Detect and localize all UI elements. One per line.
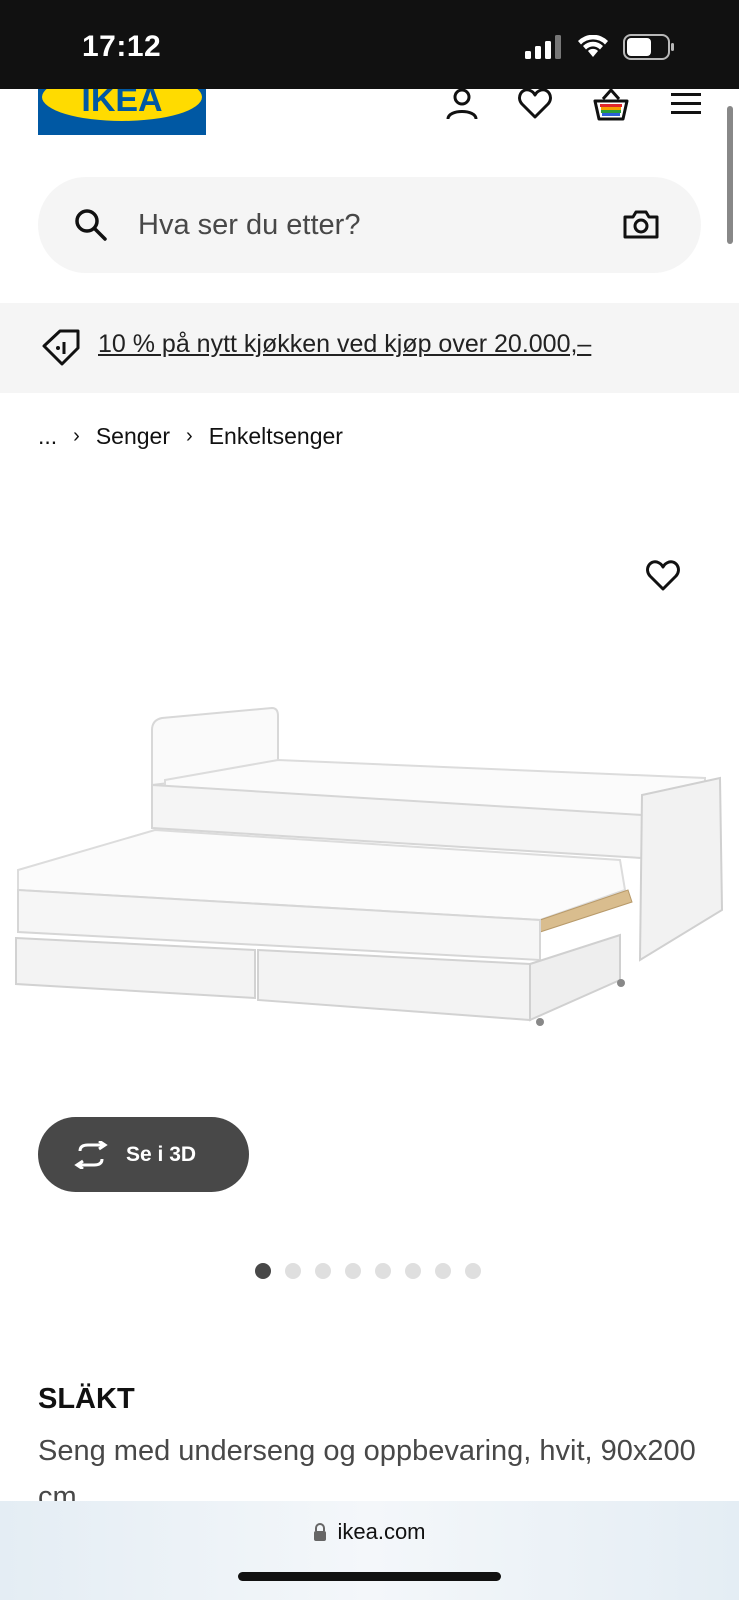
carousel-dot[interactable] bbox=[255, 1263, 271, 1279]
bed-illustration bbox=[15, 706, 724, 1026]
search-input[interactable] bbox=[138, 203, 578, 247]
carousel-dot[interactable] bbox=[345, 1263, 361, 1279]
battery-icon bbox=[623, 34, 674, 60]
view-3d-button[interactable]: Se i 3D bbox=[38, 1117, 249, 1192]
promo-link[interactable]: 10 % på nytt kjøkken ved kjøp over 20.00… bbox=[98, 330, 591, 359]
scrollbar[interactable] bbox=[727, 106, 733, 244]
cart-icon[interactable] bbox=[591, 87, 631, 121]
carousel-dot[interactable] bbox=[315, 1263, 331, 1279]
home-indicator[interactable] bbox=[238, 1572, 501, 1581]
browser-url-bar[interactable]: ikea.com bbox=[0, 1501, 739, 1600]
rotate-3d-icon bbox=[74, 1140, 108, 1169]
site-header: IKEA bbox=[0, 87, 739, 149]
header-icons bbox=[445, 87, 703, 121]
promo-banner[interactable]: 10 % på nytt kjøkken ved kjøp over 20.00… bbox=[0, 303, 739, 393]
signal-icon bbox=[525, 35, 561, 59]
url-row: ikea.com bbox=[0, 1519, 739, 1545]
carousel-dot[interactable] bbox=[435, 1263, 451, 1279]
breadcrumb-item-senger[interactable]: Senger bbox=[96, 423, 170, 450]
chevron-right-icon: › bbox=[186, 425, 193, 447]
breadcrumb: ... › Senger › Enkeltsenger bbox=[38, 423, 343, 450]
menu-icon[interactable] bbox=[669, 90, 703, 118]
status-time: 17:12 bbox=[82, 30, 162, 63]
ikea-logo[interactable]: IKEA bbox=[38, 89, 206, 135]
breadcrumb-ellipsis[interactable]: ... bbox=[38, 423, 57, 450]
url-text: ikea.com bbox=[337, 1519, 426, 1544]
lock-icon bbox=[314, 1523, 327, 1541]
product-image[interactable] bbox=[0, 540, 739, 1080]
product-name: SLÄKT bbox=[38, 1383, 135, 1415]
chevron-right-icon: › bbox=[73, 425, 80, 447]
favorite-heart-icon[interactable] bbox=[645, 558, 681, 594]
carousel-dot[interactable] bbox=[375, 1263, 391, 1279]
status-bar: 17:12 bbox=[0, 0, 739, 89]
search-bar[interactable] bbox=[38, 177, 701, 273]
wifi-icon bbox=[578, 35, 608, 57]
profile-icon[interactable] bbox=[445, 87, 479, 121]
logo-graphic: IKEA bbox=[38, 89, 206, 135]
view-3d-label: Se i 3D bbox=[126, 1142, 197, 1166]
camera-icon[interactable] bbox=[623, 209, 659, 239]
carousel-dots bbox=[255, 1263, 481, 1279]
carousel-dot[interactable] bbox=[285, 1263, 301, 1279]
svg-text:IKEA: IKEA bbox=[81, 89, 162, 119]
carousel-dot[interactable] bbox=[465, 1263, 481, 1279]
breadcrumb-item-enkeltsenger[interactable]: Enkeltsenger bbox=[209, 423, 343, 450]
status-icons bbox=[525, 34, 675, 60]
search-icon bbox=[75, 209, 107, 241]
price-tag-icon bbox=[42, 329, 80, 366]
heart-icon[interactable] bbox=[517, 88, 553, 120]
carousel-dot[interactable] bbox=[405, 1263, 421, 1279]
